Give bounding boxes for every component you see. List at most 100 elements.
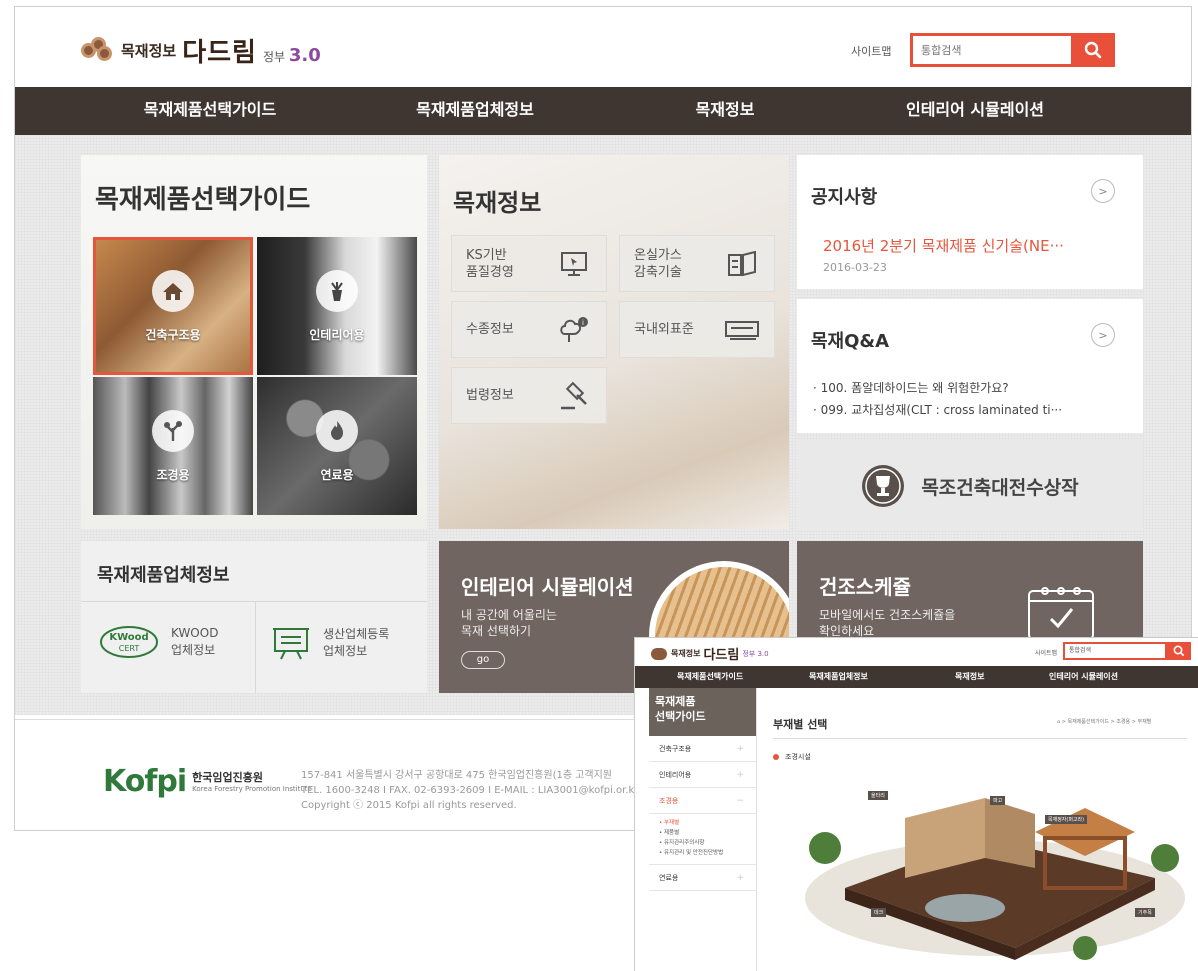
ghg-reduction-label: 온실가스 감축기술 (634, 247, 682, 281)
wood-logs-icon (651, 647, 667, 660)
standards-button[interactable]: 국내외표준 (619, 301, 775, 358)
ks-quality-line2: 품질경영 (466, 264, 514, 280)
divider (255, 601, 256, 693)
law-info-label: 법령정보 (466, 388, 514, 403)
qna-panel: 목재Q&A > · 100. 폼알데하이드는 왜 위험한가요? · 099. 교… (797, 299, 1143, 433)
logo-version: 정부 3.0 (263, 45, 321, 66)
header: 목재정보 다드림 정부 3.0 사이트맵 (15, 7, 1191, 87)
preview-side-title-1: 목재제품 (655, 695, 696, 708)
vase-icon (316, 269, 358, 312)
species-info-button[interactable]: 수종정보 i (451, 301, 607, 358)
register-line1: 생산업체등록 (323, 627, 390, 641)
search-button[interactable] (1071, 33, 1115, 67)
divider (773, 738, 1187, 739)
global-nav: 목재제품선택가이드 목재제품업체정보 목재정보 인테리어 시뮬레이션 (15, 87, 1191, 135)
trophy-icon (862, 465, 905, 507)
nav-simulation[interactable]: 인테리어 시뮬레이션 (875, 87, 1075, 135)
preview-sitemap: 사이트맵 (1035, 650, 1058, 657)
kwood-cert-logo: KWoodCERT (100, 626, 158, 658)
preview-sub-item: • 유지관리주의사항 (659, 840, 705, 846)
guide-title: 목재제품선택가이드 (95, 185, 311, 215)
tile-structure[interactable]: 건축구조용 (93, 237, 253, 375)
preview-logo-name: 목재정보 (671, 649, 701, 658)
qna-more-button[interactable]: > (1091, 323, 1115, 347)
simulation-title: 인테리어 시뮬레이션 (461, 575, 634, 599)
qna-item[interactable]: · 099. 교차집성재(CLT : cross laminated ti··· (813, 399, 1113, 421)
simulation-sub2: 목재 선택하기 (461, 624, 532, 638)
preview-main-title: 부재별 선택 (773, 718, 828, 731)
register-line2: 업체정보 (323, 644, 368, 658)
preview-logo-brand: 다드림 (703, 648, 740, 663)
wood-logs-icon (81, 37, 115, 63)
logo-version-number: 3.0 (288, 44, 321, 66)
preview-side-item: 건축구조용 + (649, 736, 756, 762)
svg-text:i: i (582, 319, 584, 327)
divider (81, 601, 427, 602)
tile-structure-label: 건축구조용 (145, 327, 201, 342)
preview-nav-item: 목재제품선택가이드 (677, 672, 744, 681)
kwood-line1: KWOOD (171, 626, 219, 640)
go-button[interactable]: go (461, 651, 505, 669)
footer-copyright: Copyright ⓒ 2015 Kofpi all rights reserv… (301, 800, 517, 811)
preview-sub-item: • 제품별 (659, 830, 680, 836)
search-input[interactable] (913, 36, 1071, 64)
kwood-label: KWOOD 업체정보 (171, 625, 218, 659)
notice-title: 공지사항 (811, 187, 878, 208)
subpage-preview: 목재정보 다드림 정부 3.0 사이트맵 통합검색 목재제품선택가이드 목재제품… (634, 637, 1198, 971)
tile-interior[interactable]: 인테리어용 (257, 237, 417, 375)
preview-nav-item: 목재정보 (955, 672, 985, 681)
qna-list: · 100. 폼알데하이드는 왜 위험한가요? · 099. 교차집성재(CLT… (813, 377, 1113, 421)
ruler-icon (724, 316, 760, 344)
preview-logo: 목재정보 다드림 정부 3.0 (651, 644, 769, 663)
preview-side-title-2: 선택가이드 (655, 710, 706, 723)
nav-info[interactable]: 목재정보 (665, 87, 785, 135)
flame-icon (316, 409, 358, 452)
species-info-label: 수종정보 (466, 322, 514, 337)
preview-side-submenu: • 부재별 • 제품별 • 유지관리주의사항 • 유지관리 및 안전진단방법 (649, 814, 756, 865)
preview-header: 목재정보 다드림 정부 3.0 사이트맵 통합검색 (635, 638, 1198, 666)
preview-side-title: 목재제품선택가이드 (649, 688, 756, 736)
kofpi-wordmark: Kofpi (103, 764, 187, 799)
site-logo[interactable]: 목재정보 다드림 정부 3.0 (81, 33, 321, 68)
ks-quality-button[interactable]: KS기반 품질경영 (451, 235, 607, 292)
tree-info-icon: i (556, 316, 592, 344)
register-link[interactable]: 생산업체등록업체정보 (271, 625, 389, 661)
preview-tag: 울타리 (868, 791, 888, 800)
logo-brand: 다드림 (182, 37, 257, 68)
wood-info-panel: 목재정보 KS기반 품질경영 온실가스 감축기술 수종정보 i 국내외표준 법령정보 (439, 155, 789, 529)
preview-breadcrumb: ⌂ > 목재제품선택가이드 > 조경용 > 부재별 (1057, 719, 1152, 725)
notice-more-button[interactable]: > (1091, 179, 1115, 203)
logo-name: 목재정보 (121, 41, 177, 60)
kwood-line2: 업체정보 (171, 643, 216, 657)
preview-nav-item: 인테리어 시뮬레이션 (1049, 672, 1119, 681)
presentation-board-icon (273, 628, 309, 660)
house-icon (152, 269, 194, 312)
preview-side-item: 연료용 + (649, 865, 756, 891)
ks-quality-line1: KS기반 (466, 247, 507, 263)
qna-item[interactable]: · 100. 폼알데하이드는 왜 위험한가요? (813, 377, 1113, 399)
preview-side-item: 인테리어용 + (649, 762, 756, 788)
nav-guide[interactable]: 목재제품선택가이드 (115, 87, 305, 135)
award-banner[interactable]: 목조건축대전수상작 (797, 441, 1143, 531)
tile-fuel[interactable]: 연료용 (257, 377, 417, 515)
footer-address: 157-841 서울특별시 강서구 공항대로 475 한국임업진흥원(1층 고객… (301, 770, 613, 781)
award-label: 목조건축대전수상작 (921, 476, 1079, 499)
law-info-button[interactable]: 법령정보 (451, 367, 607, 424)
info-title: 목재정보 (453, 189, 542, 217)
preview-search-input: 통합검색 (1065, 644, 1165, 658)
kwood-link[interactable]: KWood CERT KWOOD 업체정보 (99, 625, 218, 659)
nav-company[interactable]: 목재제품업체정보 (385, 87, 565, 135)
simulation-sub1: 내 공간에 어울리는 (461, 608, 557, 622)
preview-search: 통합검색 (1063, 642, 1191, 660)
gavel-icon (556, 381, 592, 410)
guide-panel: 목재제품선택가이드 건축구조용 인테리어용 조경용 연료용 (81, 155, 427, 529)
preview-sub-item: • 부재별 (659, 820, 680, 826)
preview-nav: 목재제품선택가이드 목재제품업체정보 목재정보 인테리어 시뮬레이션 (635, 666, 1198, 688)
ghg-reduction-button[interactable]: 온실가스 감축기술 (619, 235, 775, 292)
tile-landscape[interactable]: 조경용 (93, 377, 253, 515)
chevron-right-icon: > (1098, 328, 1108, 342)
company-title: 목재제품업체정보 (97, 565, 230, 586)
preview-category: 조경시설 (773, 752, 811, 762)
sitemap-link[interactable]: 사이트맵 (851, 43, 891, 59)
notice-item-title[interactable]: 2016년 2분기 목재제품 신기술(NE··· (823, 235, 1123, 256)
